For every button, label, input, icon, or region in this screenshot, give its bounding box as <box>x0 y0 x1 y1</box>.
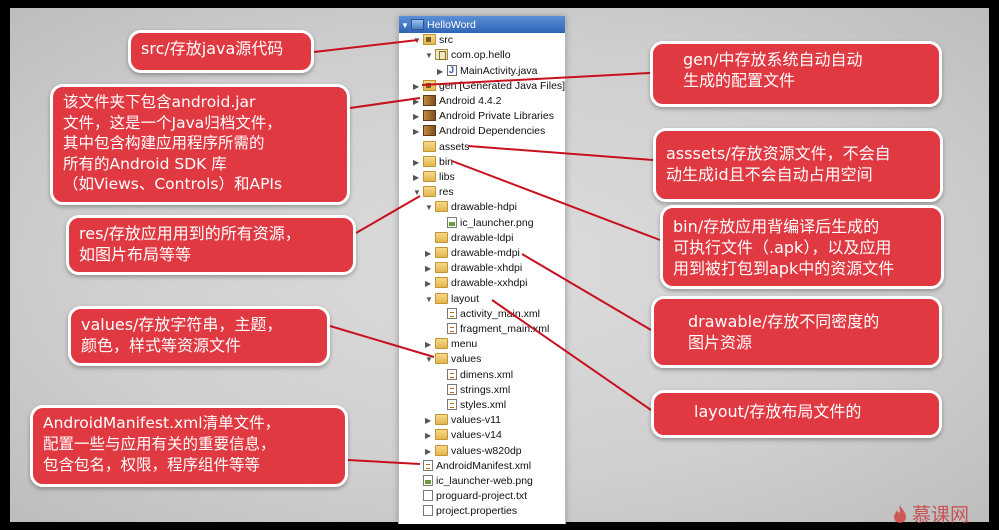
connector-android-jar <box>349 97 421 109</box>
callout-res-line-1: res/存放应用用到的所有资源， <box>79 224 301 243</box>
callout-drawable-line-2: 图片资源 <box>688 333 753 352</box>
connector-manifest <box>347 459 421 465</box>
callout-manifest-line-1: AndroidManifest.xml清单文件， <box>43 414 281 432</box>
callout-gen: gen/中存放系统自动自动 生成的配置文件 <box>650 41 942 107</box>
callout-gen-line-1: gen/中存放系统自动自动 <box>683 50 863 69</box>
callout-src: src/存放java源代码 <box>128 30 314 73</box>
callout-values-line-1: values/存放字符串，主题， <box>81 315 283 334</box>
callout-assets: asssets/存放资源文件，不会自 动生成id且不会自动占用空间 <box>653 128 943 202</box>
callout-bin-line-1: bin/存放应用背编译后生成的 <box>673 217 880 236</box>
callout-android-jar-line-4: 所有的Android SDK 库 <box>63 154 227 173</box>
logo-text: 慕课网 <box>911 504 969 526</box>
callout-res-line-2: 如图片布局等等 <box>79 245 192 264</box>
callout-manifest-line-3: 包含包名，权限，程序组件等等 <box>43 456 261 474</box>
connector-bin <box>451 160 661 241</box>
callout-layout-line-1: layout/存放布局文件的 <box>694 402 862 421</box>
callout-res: res/存放应用用到的所有资源， 如图片布局等等 <box>66 215 356 275</box>
callout-bin: bin/存放应用背编译后生成的 可执行文件（.apk），以及应用 用到被打包到a… <box>660 205 944 289</box>
connector-gen <box>421 72 651 86</box>
callout-android-jar-line-5: （如Views、Controls）和APIs <box>63 175 283 193</box>
callout-layout: layout/存放布局文件的 <box>651 390 942 438</box>
connector-res <box>355 195 421 234</box>
callout-bin-line-3: 用到被打包到apk中的资源文件 <box>673 259 895 278</box>
callout-drawable-line-1: drawable/存放不同密度的 <box>688 312 880 331</box>
callout-gen-line-2: 生成的配置文件 <box>683 71 796 90</box>
callout-values: values/存放字符串，主题， 颜色，样式等资源文件 <box>68 306 330 366</box>
callout-assets-line-1: asssets/存放资源文件，不会自 <box>666 144 891 163</box>
callout-android-jar: 该文件夹下包含android.jar 文件，这是一个Java归档文件， 其中包含… <box>50 84 350 205</box>
connector-src <box>313 39 419 53</box>
imooc-logo: 慕课网 <box>892 500 969 526</box>
connector-drawable <box>521 253 652 331</box>
callout-android-jar-line-3: 其中包含构建应用程序所需的 <box>63 134 265 152</box>
callout-values-line-2: 颜色，样式等资源文件 <box>81 336 242 355</box>
connector-values <box>329 325 435 358</box>
callout-manifest-line-2: 配置一些与应用有关的重要信息， <box>43 435 276 453</box>
callout-src-line-1: src/存放java源代码 <box>141 39 284 58</box>
flame-icon <box>892 504 908 529</box>
callout-manifest: AndroidManifest.xml清单文件， 配置一些与应用有关的重要信息，… <box>30 405 348 487</box>
callout-assets-line-2: 动生成id且不会自动占用空间 <box>666 165 873 184</box>
callout-drawable: drawable/存放不同密度的 图片资源 <box>651 296 942 368</box>
connector-assets <box>467 145 654 161</box>
callout-bin-line-2: 可执行文件（.apk），以及应用 <box>673 238 892 257</box>
callout-android-jar-line-1: 该文件夹下包含android.jar <box>63 93 256 111</box>
callout-android-jar-line-2: 文件，这是一个Java归档文件， <box>63 113 282 132</box>
